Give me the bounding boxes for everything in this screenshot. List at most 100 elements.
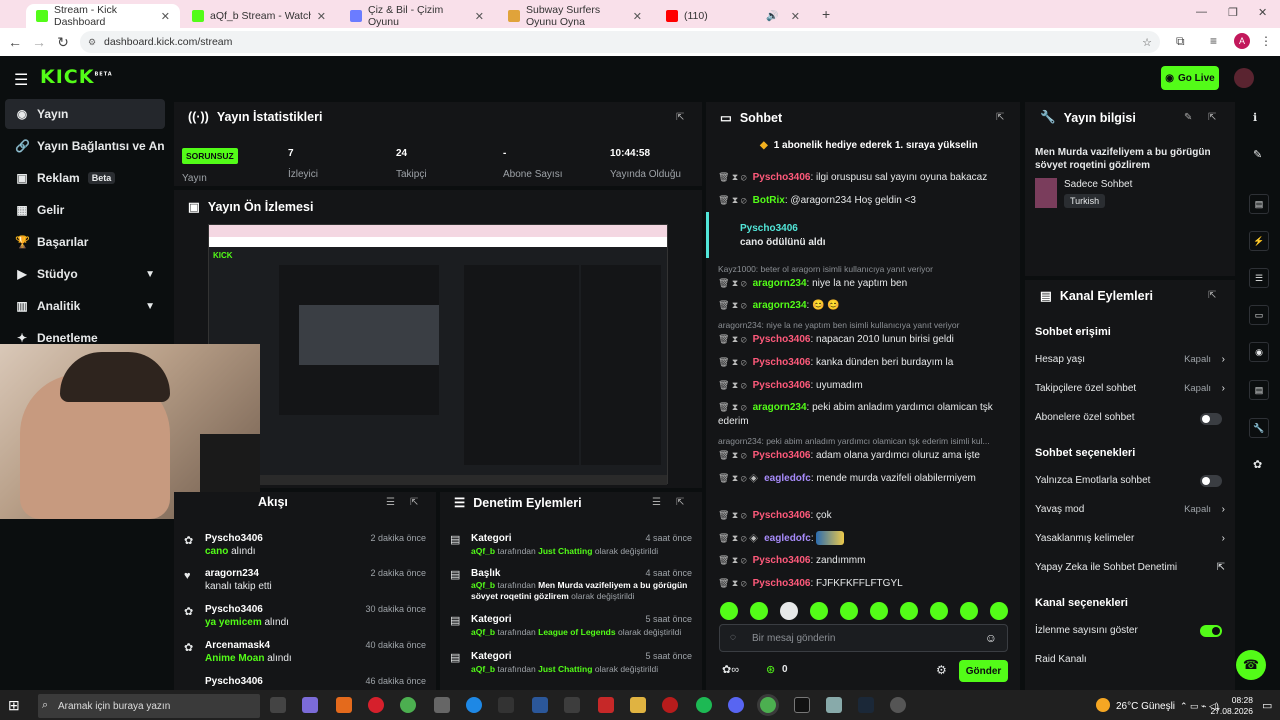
send-button[interactable]: Gönder [959, 660, 1008, 682]
close-window-icon[interactable]: ✕ [1258, 6, 1267, 19]
url-field[interactable]: ⚙ dashboard.kick.com/stream ☆ [80, 31, 1160, 53]
emote-button[interactable] [960, 602, 978, 620]
copilot-icon[interactable] [302, 697, 318, 713]
tab-kick-dashboard[interactable]: Stream - Kick Dashboard ✕ [26, 4, 180, 28]
raid-channel-row[interactable]: Raid Kanalı [1035, 654, 1225, 665]
mod-tools-icon[interactable]: 🗑 ⧗ ⊘ [718, 300, 747, 310]
popout-icon[interactable]: ⇱ [676, 112, 684, 123]
reload-icon[interactable]: ↻ [52, 34, 74, 51]
sidebar-item-reklam[interactable]: ▣ Reklam Beta [5, 163, 165, 193]
broadcast-icon[interactable]: ◉ [1249, 342, 1269, 362]
subs-only-toggle[interactable] [1200, 413, 1222, 425]
mod-tools-icon[interactable]: 🗑 ⧗ ⊘ [718, 172, 747, 182]
app-icon[interactable] [598, 697, 614, 713]
popout-icon[interactable]: ⇱ [996, 112, 1004, 123]
filter-icon[interactable]: ☰ [386, 497, 395, 508]
task-view-icon[interactable] [270, 697, 286, 713]
sidebar-item-studyo[interactable]: ▶ Stüdyo ▼ [5, 259, 165, 289]
followers-only-row[interactable]: Takipçilere özel sohbet Kapalı › [1035, 383, 1225, 394]
new-tab-icon[interactable]: + [822, 6, 830, 22]
emote-button[interactable] [900, 602, 918, 620]
sidebar-item-basarilar[interactable]: 🏆 Başarılar [5, 227, 165, 257]
sidebar-item-gelir[interactable]: ▦ Gelir [5, 195, 165, 225]
mod-tools-icon[interactable]: 🗑 ⧗ ⊘ [718, 195, 747, 205]
popout-icon[interactable]: ⇱ [410, 497, 418, 508]
hamburger-menu-icon[interactable]: ☰ [14, 70, 28, 90]
taskbar-search[interactable]: ⌕ Aramak için buraya yazın [38, 694, 260, 718]
file-explorer-icon[interactable] [630, 697, 646, 713]
mod-tools-icon[interactable]: 🗑 ⧗ ⊘ ◈ [718, 533, 758, 543]
chrome-active-icon[interactable] [760, 697, 776, 713]
forward-icon[interactable]: → [28, 34, 50, 50]
sidebar-item-yayin[interactable]: ◉ Yayın [5, 99, 165, 129]
points-icon[interactable]: ✿ [1253, 458, 1262, 471]
tab-kick-stream[interactable]: aQf_b Stream - Watch Live on K ✕ [182, 4, 336, 28]
extensions-icon[interactable]: ⧉ [1176, 34, 1185, 49]
emote-button[interactable] [990, 602, 1008, 620]
mod-tools-icon[interactable]: 🗑 ⧗ ⊘ ◈ [718, 473, 758, 483]
ai-moderation-row[interactable]: Yapay Zeka ile Sohbet Denetimi ⇱ [1035, 562, 1225, 573]
chat-input[interactable]: ◌ Bir mesaj gönderin ☺ [719, 624, 1008, 652]
discord-icon[interactable] [728, 697, 744, 713]
mod-tools-icon[interactable]: 🗑 ⧗ ⊘ [718, 450, 747, 460]
kick-logo[interactable]: KICKBETA [40, 66, 113, 88]
stream-preview-video[interactable]: KICK [208, 224, 668, 485]
edit-pencil-icon[interactable]: ✎ [1184, 112, 1192, 123]
channel-points-icon[interactable]: ✿∞ [722, 663, 739, 676]
mod-tools-icon[interactable]: 🗑 ⧗ ⊘ [718, 278, 747, 288]
emote-only-toggle[interactable] [1200, 475, 1222, 487]
popout-icon[interactable]: ⇱ [1208, 112, 1216, 123]
app-icon[interactable] [564, 697, 580, 713]
channel-icon[interactable]: ▤ [1249, 380, 1269, 400]
opera-gx-icon[interactable] [662, 697, 678, 713]
app-icon[interactable] [336, 697, 352, 713]
support-chat-button[interactable]: ☎ [1236, 650, 1266, 680]
emote-button[interactable] [840, 602, 858, 620]
list-icon[interactable]: ☰ [1249, 268, 1269, 288]
mod-tools-icon[interactable]: 🗑 ⧗ ⊘ [718, 510, 747, 520]
slow-mode-row[interactable]: Yavaş mod Kapalı › [1035, 504, 1225, 515]
steam-icon[interactable] [858, 697, 874, 713]
chat-settings-icon[interactable]: ⚙ [936, 663, 947, 677]
minimize-icon[interactable]: — [1196, 6, 1207, 18]
epic-games-icon[interactable] [794, 697, 810, 713]
pinned-gift-banner[interactable]: ◆ 1 abonelik hediye ederek 1. sıraya yüks… [760, 140, 978, 151]
pencil-icon[interactable]: ✎ [1253, 148, 1262, 161]
popout-icon[interactable]: ⇱ [1208, 290, 1216, 301]
app-icon[interactable] [890, 697, 906, 713]
mod-tools-icon[interactable]: 🗑 ⧗ ⊘ [718, 334, 747, 344]
layout-icon[interactable]: ▤ [1249, 194, 1269, 214]
edge-icon[interactable] [466, 697, 482, 713]
mod-tools-icon[interactable]: 🗑 ⧗ ⊘ [718, 357, 747, 367]
bookmark-star-icon[interactable]: ☆ [1142, 36, 1152, 49]
word-icon[interactable] [532, 697, 548, 713]
close-tab-icon[interactable]: ✕ [633, 10, 642, 23]
emote-button[interactable] [780, 602, 798, 620]
tab-youtube[interactable]: (110) 🔊 ✕ [656, 4, 810, 28]
filter-icon[interactable]: ☰ [652, 497, 661, 508]
banned-words-row[interactable]: Yasaklanmış kelimeler › [1035, 533, 1225, 544]
chat-icon[interactable]: ▭ [1249, 305, 1269, 325]
sidebar-item-stream-key[interactable]: 🔗Yayın Bağlantısı ve Anahtar [5, 131, 165, 161]
emote-button[interactable] [720, 602, 738, 620]
emote-button[interactable] [810, 602, 828, 620]
mod-tools-icon[interactable]: 🗑 ⧗ ⊘ [718, 578, 747, 588]
app-icon[interactable] [826, 697, 842, 713]
emote-button[interactable] [930, 602, 948, 620]
wrench-icon[interactable]: 🔧 [1249, 418, 1269, 438]
go-live-button[interactable]: ◉ Go Live [1161, 66, 1219, 90]
chrome-icon[interactable] [400, 697, 416, 713]
opera-icon[interactable] [368, 697, 384, 713]
mod-tools-icon[interactable]: 🗑 ⧗ ⊘ [718, 402, 747, 412]
tab-ciz-bil[interactable]: Çiz & Bil - Çizim Oyunu ✕ [340, 4, 494, 28]
mod-tools-icon[interactable]: 🗑 ⧗ ⊘ [718, 555, 747, 565]
notifications-icon[interactable]: ▭ [1262, 699, 1272, 712]
capcut-icon[interactable] [498, 697, 514, 713]
account-age-row[interactable]: Hesap yaşı Kapalı › [1035, 354, 1225, 365]
emoji-picker-icon[interactable]: ☺ [985, 631, 997, 645]
weather-text[interactable]: 26°C Güneşli [1116, 701, 1175, 712]
mod-tools-icon[interactable]: 🗑 ⧗ ⊘ [718, 380, 747, 390]
menu-kebab-icon[interactable]: ⋮ [1260, 34, 1272, 48]
profile-avatar[interactable]: A [1234, 33, 1250, 49]
info-icon[interactable]: ℹ [1253, 111, 1257, 124]
